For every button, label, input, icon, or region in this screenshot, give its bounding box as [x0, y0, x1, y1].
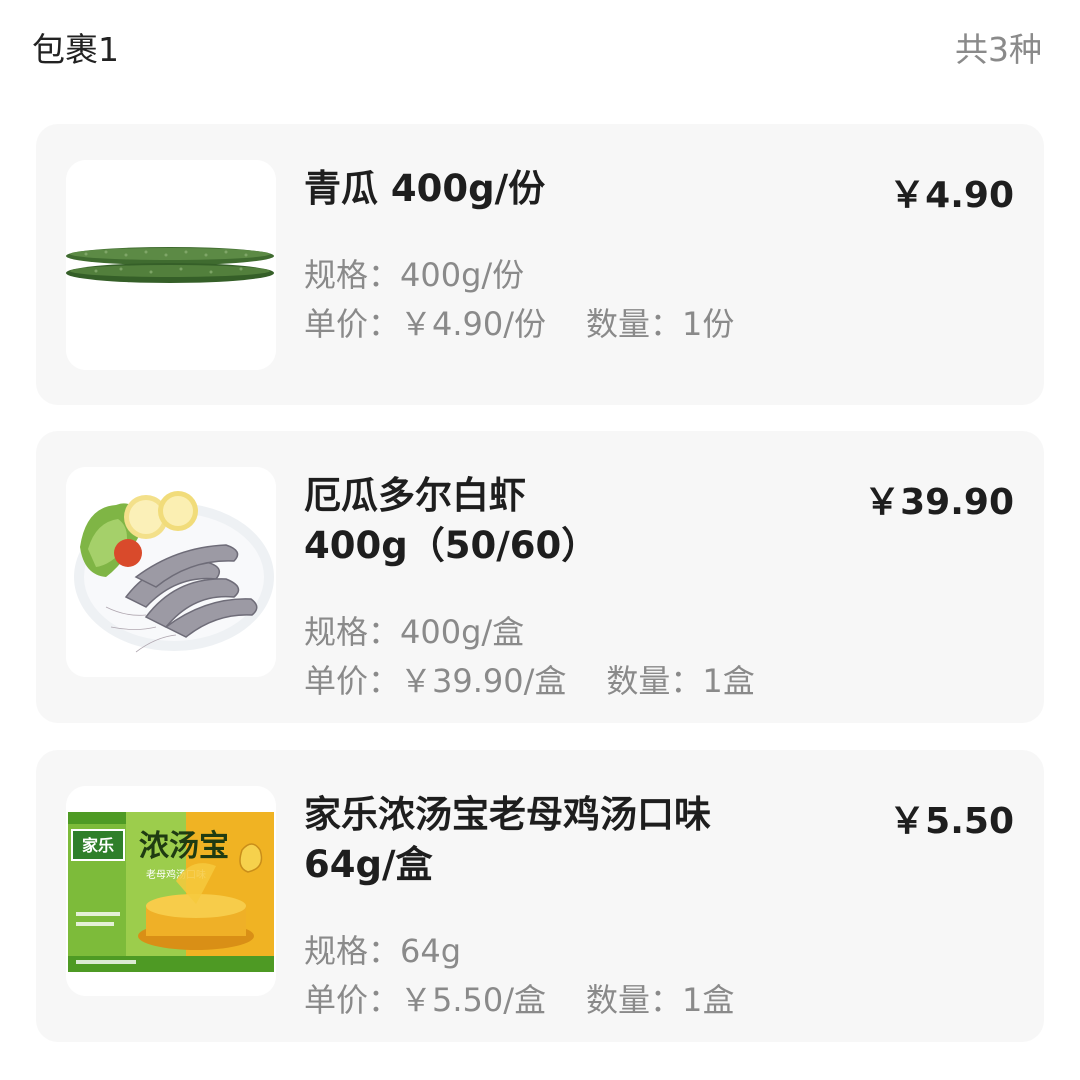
product-spec: 规格：400g/盒 — [304, 613, 525, 651]
svg-text:家乐: 家乐 — [82, 836, 114, 855]
product-card-soup-stock[interactable]: 家乐 浓汤宝 老母鸡汤口味 家乐浓汤宝老母鸡汤口味 64g/盒 ￥5.50 规格… — [36, 750, 1044, 1042]
product-quantity: 数量：1盒 — [586, 981, 735, 1019]
shrimp-plate-image — [66, 467, 276, 677]
product-spec: 规格：400g/份 — [304, 256, 525, 294]
product-card-shrimp[interactable]: 厄瓜多尔白虾 400g（50/60） ￥39.90 规格：400g/盒 单价：￥… — [36, 431, 1044, 723]
product-image-cucumber[interactable] — [66, 160, 276, 370]
product-name-line2: 64g/盒 — [304, 843, 433, 886]
soup-stock-box-image: 家乐 浓汤宝 老母鸡汤口味 — [66, 786, 276, 996]
product-name-line1: 家乐浓汤宝老母鸡汤口味 — [304, 793, 711, 836]
product-quantity: 数量：1份 — [586, 305, 735, 343]
product-image-soup-stock[interactable]: 家乐 浓汤宝 老母鸡汤口味 — [66, 786, 276, 996]
product-image-shrimp[interactable] — [66, 467, 276, 677]
product-name-line2: 400g（50/60） — [304, 524, 599, 567]
cucumber-image — [66, 160, 276, 370]
product-name[interactable]: 家乐浓汤宝老母鸡汤口味 64g/盒 — [304, 790, 804, 890]
order-package-page: 包裹1 共3种 青瓜 400g/份 ￥4.90 规格：400g/份 单价：￥4.… — [0, 0, 1080, 1080]
product-price: ￥4.90 — [889, 175, 1014, 216]
product-unit-price: 单价：￥39.90/盒 — [304, 662, 567, 700]
product-detail: 单价：￥5.50/盒 数量：1盒 — [304, 975, 734, 1021]
product-detail: 单价：￥39.90/盒 数量：1盒 — [304, 656, 755, 702]
package-header: 包裹1 共3种 — [32, 22, 1042, 72]
product-quantity: 数量：1盒 — [606, 662, 755, 700]
product-price: ￥5.50 — [889, 801, 1014, 842]
package-item-count: 共3种 — [955, 30, 1042, 69]
product-card-cucumber[interactable]: 青瓜 400g/份 ￥4.90 规格：400g/份 单价：￥4.90/份 数量：1… — [36, 124, 1044, 405]
product-name-line1: 厄瓜多尔白虾 — [304, 474, 526, 517]
product-price: ￥39.90 — [864, 482, 1014, 523]
package-title: 包裹1 — [32, 30, 119, 69]
product-unit-price: 单价：￥5.50/盒 — [304, 981, 547, 1019]
svg-text:浓汤宝: 浓汤宝 — [139, 829, 229, 864]
product-name-line1: 青瓜 400g/份 — [304, 167, 546, 210]
product-detail: 单价：￥4.90/份 数量：1份 — [304, 299, 734, 345]
product-unit-price: 单价：￥4.90/份 — [304, 305, 547, 343]
product-name[interactable]: 厄瓜多尔白虾 400g（50/60） — [304, 471, 804, 571]
product-spec: 规格：64g — [304, 932, 462, 970]
product-name[interactable]: 青瓜 400g/份 — [304, 164, 804, 214]
